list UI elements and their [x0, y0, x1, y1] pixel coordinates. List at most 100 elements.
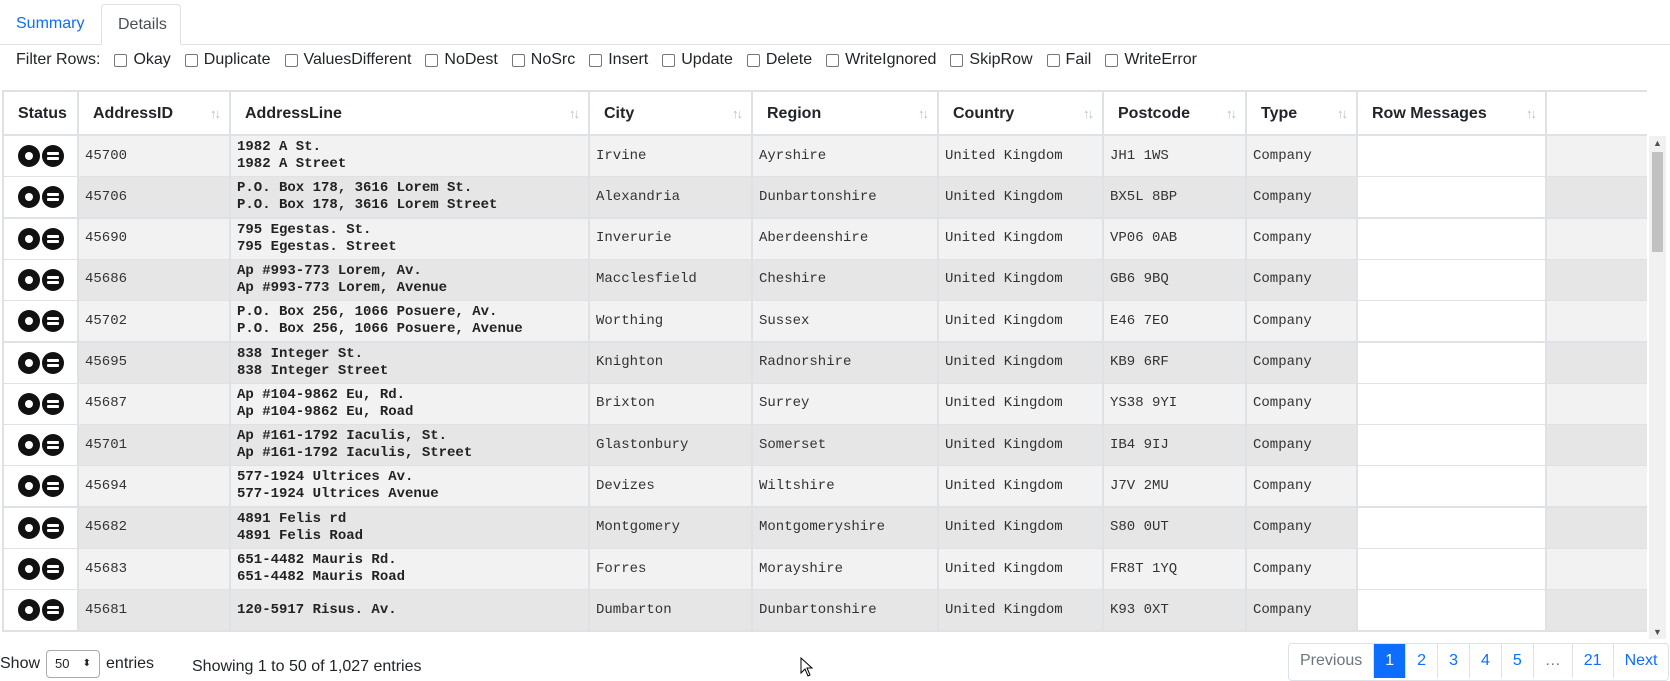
page-button[interactable]: 4 — [1470, 644, 1502, 678]
page-button[interactable]: 2 — [1406, 644, 1439, 678]
table-row[interactable]: 45682 4891 Felis rd 4891 Felis Road Montgom… — [2, 507, 1647, 550]
equals-circle-icon — [41, 145, 64, 167]
column-header-addressid[interactable]: AddressID ↑↓ — [79, 92, 231, 136]
table-row[interactable]: 45686 Ap #993-773 Lorem, Av. Ap #993-773 L… — [2, 259, 1647, 302]
city-cell: Brixton — [590, 383, 753, 424]
page-button[interactable]: 5 — [1502, 644, 1534, 678]
page-button[interactable]: 21 — [1573, 644, 1614, 678]
sort-arrows-icon[interactable]: ↑↓ — [210, 92, 221, 136]
filter-option-writeerror[interactable]: WriteError — [1105, 51, 1197, 69]
address-line: Ap #161-1792 Iaculis, St. — [237, 428, 448, 445]
filter-checkbox[interactable] — [589, 53, 603, 67]
show-label: Show — [0, 655, 41, 672]
filter-checkbox[interactable] — [511, 53, 525, 67]
filter-checkbox[interactable] — [114, 53, 128, 67]
status-cell — [2, 259, 79, 300]
address-line: 120-5917 Risus. Av. — [237, 601, 397, 618]
column-header-row-messages[interactable]: Row Messages ↑↓ — [1358, 92, 1547, 136]
equals-circle-icon — [41, 558, 64, 580]
table-row[interactable]: 45701 Ap #161-1792 Iaculis, St. Ap #161-17… — [2, 425, 1647, 468]
filter-option-delete[interactable]: Delete — [746, 51, 812, 69]
equals-circle-icon — [41, 227, 64, 250]
filter-checkbox[interactable] — [184, 53, 198, 67]
filter-option-update[interactable]: Update — [662, 51, 733, 69]
previous-button[interactable]: Previous — [1289, 644, 1375, 678]
table-row[interactable]: 45687 Ap #104-9862 Eu, Rd. Ap #104-9862 Eu… — [2, 383, 1647, 426]
address-line: Ap #104-9862 Eu, Rd. — [237, 386, 406, 403]
filter-checkbox[interactable] — [826, 53, 840, 67]
table-row[interactable]: 45694 577-1924 Ultrices Av. 577-1924 Ultri… — [2, 466, 1647, 509]
sort-arrows-icon[interactable]: ↑↓ — [732, 92, 743, 136]
table-row[interactable]: 45695 838 Integer St. 838 Integer Street Kn… — [2, 342, 1647, 385]
sort-arrows-icon[interactable]: ↑↓ — [918, 92, 929, 136]
filter-checkbox[interactable] — [950, 53, 964, 67]
page-length-select[interactable]: 50 ⬍ — [46, 650, 101, 678]
table-row[interactable]: 45700 1982 A St. 1982 A Street Irvine Ayrshi… — [2, 136, 1647, 178]
column-header-label: AddressLine — [245, 105, 342, 122]
postcode-cell: BX5L 8BP — [1104, 177, 1247, 218]
column-header-label: Type — [1261, 105, 1298, 122]
country-cell: United Kingdom — [939, 507, 1104, 548]
table-row[interactable]: 45706 P.O. Box 178, 3616 Lorem St. P.O. Bo… — [2, 177, 1647, 220]
page-button[interactable]: 1 — [1374, 644, 1407, 678]
id-cell: 45687 — [79, 383, 231, 424]
sort-arrows-icon[interactable]: ↑↓ — [1526, 92, 1537, 136]
vertical-scrollbar[interactable]: ▲ ▼ — [1649, 136, 1666, 639]
table-row[interactable]: 45683 651-4482 Mauris Rd. 651-4482 Mauris … — [2, 549, 1647, 591]
scroll-thumb[interactable] — [1652, 152, 1663, 252]
column-header-country[interactable]: Country ↑↓ — [939, 92, 1104, 136]
postcode-cell: S80 0UT — [1104, 507, 1247, 548]
addressline-cell: Ap #104-9862 Eu, Rd. Ap #104-9862 Eu, Roa… — [231, 383, 590, 424]
filter-option-valuesdifferent[interactable]: ValuesDifferent — [284, 51, 411, 69]
filter-checkbox[interactable] — [1046, 53, 1060, 67]
sort-arrows-icon[interactable]: ↑↓ — [1226, 92, 1237, 136]
filter-checkbox[interactable] — [284, 53, 298, 67]
equals-circle-icon — [41, 392, 64, 415]
sort-arrows-icon[interactable]: ↑↓ — [569, 92, 580, 136]
equals-circle-icon — [41, 351, 64, 374]
tab-summary[interactable]: Summary — [0, 4, 100, 44]
filter-checkbox[interactable] — [1105, 53, 1119, 67]
city-cell: Devizes — [590, 466, 753, 507]
id-cell: 45694 — [79, 466, 231, 507]
addressline-cell: 651-4482 Mauris Rd. 651-4482 Mauris Road — [231, 549, 590, 589]
filter-option-okay[interactable]: Okay — [114, 51, 171, 69]
column-header-status[interactable]: Status — [2, 92, 79, 136]
pagination: Previous 1 2 3 4 5… 21 Next — [1288, 643, 1670, 681]
tab-details[interactable]: Details — [101, 4, 181, 45]
column-header-postcode[interactable]: Postcode ↑↓ — [1104, 92, 1247, 136]
scroll-up-icon[interactable]: ▲ — [1649, 136, 1666, 150]
column-header-region[interactable]: Region ↑↓ — [753, 92, 939, 136]
column-header-city[interactable]: City ↑↓ — [590, 92, 753, 136]
filter-option-nosrc[interactable]: NoSrc — [511, 51, 575, 69]
status-cell — [2, 425, 79, 466]
column-header-addressline[interactable]: AddressLine ↑↓ — [231, 92, 590, 136]
filter-checkbox[interactable] — [425, 53, 439, 67]
type-cell: Company — [1247, 218, 1358, 259]
filter-option-duplicate[interactable]: Duplicate — [184, 51, 271, 69]
column-header-type[interactable]: Type ↑↓ — [1247, 92, 1358, 136]
filter-option-insert[interactable]: Insert — [589, 51, 648, 69]
page-button[interactable]: 3 — [1438, 644, 1470, 678]
next-button[interactable]: Next — [1614, 644, 1669, 678]
filter-option-fail[interactable]: Fail — [1046, 51, 1091, 69]
table-row[interactable]: 45681 120-5917 Risus. Av. Dumbarton Dunbart… — [2, 590, 1647, 633]
address-line: Ap #993-773 Lorem, Av. — [237, 262, 422, 279]
dot-circle-icon — [17, 516, 40, 539]
sort-arrows-icon[interactable]: ↑↓ — [1337, 92, 1348, 136]
msg-cell — [1358, 218, 1547, 259]
table-row[interactable]: 45702 P.O. Box 256, 1066 Posuere, Av. P.O.… — [2, 301, 1647, 344]
id-cell: 45681 — [79, 590, 231, 631]
id-cell: 45700 — [79, 136, 231, 176]
region-cell: Morayshire — [753, 549, 939, 589]
filter-option-nodest[interactable]: NoDest — [425, 51, 498, 69]
sort-arrows-icon[interactable]: ↑↓ — [1083, 92, 1094, 136]
type-cell: Company — [1247, 136, 1358, 176]
table-row[interactable]: 45690 795 Egestas. St. 795 Egestas. Street… — [2, 218, 1647, 261]
filter-checkbox[interactable] — [662, 53, 676, 67]
dot-circle-icon — [17, 145, 40, 167]
filter-option-writeignored[interactable]: WriteIgnored — [826, 51, 936, 69]
scroll-down-icon[interactable]: ▼ — [1649, 625, 1666, 639]
filter-checkbox[interactable] — [746, 53, 760, 67]
filter-option-skiprow[interactable]: SkipRow — [950, 51, 1033, 69]
